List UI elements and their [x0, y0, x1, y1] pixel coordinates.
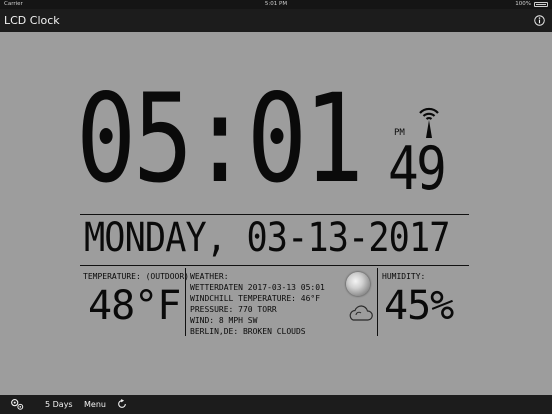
- weather-line: WETTERDATEN 2017-03-13 05:01: [190, 283, 325, 292]
- settings-icon[interactable]: [10, 398, 25, 411]
- humidity-label: HUMIDITY:: [382, 272, 426, 281]
- date-display: MONDAY, 03-13-2017: [84, 215, 451, 261]
- refresh-icon[interactable]: [117, 399, 127, 409]
- divider-vertical-left: [185, 268, 186, 336]
- app-title: LCD Clock: [4, 14, 60, 27]
- menu-button[interactable]: Menu: [84, 395, 106, 414]
- temperature-label: TEMPERATURE: (OUTDOOR): [83, 272, 189, 281]
- status-bar: Carrier 5:01 PM 100%: [0, 0, 552, 9]
- divider-vertical-right: [377, 268, 378, 336]
- nav-bar: LCD Clock: [0, 9, 552, 32]
- seconds-display: 49: [388, 134, 447, 204]
- weather-line: WIND: 8 MPH SW: [190, 316, 258, 325]
- main-time-display: 05:01: [76, 68, 364, 210]
- temperature-value: 48°F: [88, 283, 181, 329]
- battery-icon: [534, 2, 548, 7]
- weather-line: PRESSURE: 770 TORR: [190, 305, 277, 314]
- cloud-icon: [349, 305, 373, 321]
- divider-bottom: [80, 265, 469, 266]
- battery-indicator: 100%: [515, 0, 548, 9]
- humidity-value: 45%: [384, 283, 454, 329]
- info-icon[interactable]: [534, 15, 545, 26]
- moon-icon: [346, 272, 370, 296]
- bottom-toolbar: 5 Days Menu: [0, 395, 552, 414]
- weather-line: BERLIN,DE: BROKEN CLOUDS: [190, 327, 306, 336]
- status-time: 5:01 PM: [264, 1, 288, 7]
- weather-line: WINDCHILL TEMPERATURE: 46°F: [190, 294, 321, 303]
- weather-label: WEATHER:: [190, 272, 229, 281]
- battery-percent: 100%: [515, 1, 531, 7]
- five-days-button[interactable]: 5 Days: [45, 395, 73, 414]
